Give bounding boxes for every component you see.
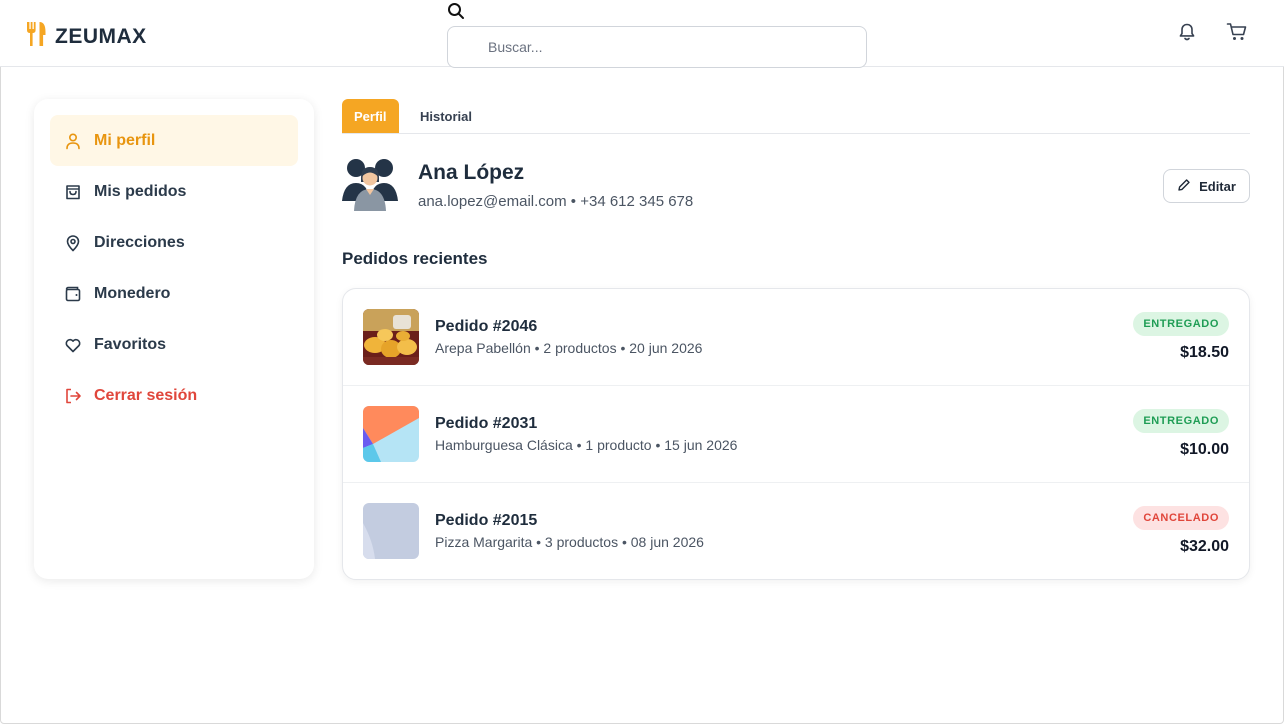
recent-orders-title: Pedidos recientes: [342, 249, 488, 268]
edit-button[interactable]: Editar: [1163, 169, 1250, 203]
recent-orders-list: Pedido #2046 Arepa Pabellón • 2 producto…: [342, 288, 1250, 580]
sidebar-item-label: Favoritos: [94, 335, 167, 353]
status-badge: ENTREGADO: [1133, 409, 1229, 433]
wallet-icon: [64, 285, 82, 303]
map-pin-icon: [64, 234, 82, 252]
order-price: $32.00: [1180, 538, 1229, 555]
status-badge: ENTREGADO: [1133, 312, 1229, 336]
order-details: Pizza Margarita • 3 productos • 08 jun 2…: [435, 534, 704, 550]
sidebar-item-direcciones[interactable]: Direcciones: [50, 217, 298, 268]
logout-icon: [64, 387, 82, 405]
fork-knife-icon: [25, 21, 49, 52]
search-input[interactable]: [488, 27, 858, 67]
profile-contact: ana.lopez@email.com • +34 612 345 678: [418, 193, 694, 210]
sidebar-item-mi-perfil[interactable]: Mi perfil: [50, 115, 298, 166]
notifications-button[interactable]: [1175, 22, 1199, 46]
order-price: $18.50: [1180, 344, 1229, 361]
brand-name: ZEUMAX: [55, 24, 147, 48]
bell-icon: [1177, 22, 1197, 47]
cart-icon: [1226, 22, 1248, 47]
sidebar-item-monedero[interactable]: Monedero: [50, 268, 298, 319]
search-box: [447, 26, 867, 68]
order-title: Pedido #2031: [435, 415, 538, 432]
profile-name: Ana López: [418, 161, 525, 184]
order-thumbnail: [363, 406, 419, 462]
edit-label: Editar: [1199, 178, 1236, 194]
bag-icon: [64, 183, 82, 201]
top-header: ZEUMAX: [0, 0, 1284, 68]
heart-icon: [64, 336, 82, 354]
search-icon[interactable]: [447, 2, 465, 20]
sidebar-item-label: Monedero: [94, 284, 171, 302]
order-details: Arepa Pabellón • 2 productos • 20 jun 20…: [435, 340, 703, 356]
order-title: Pedido #2015: [435, 512, 538, 529]
status-badge: CANCELADO: [1133, 506, 1229, 530]
sidebar-item-favoritos[interactable]: Favoritos: [50, 319, 298, 370]
profile-header: Ana López ana.lopez@email.com • +34 612 …: [342, 155, 1250, 215]
avatar: [342, 155, 398, 211]
tab-historial[interactable]: Historial: [408, 99, 484, 133]
sidebar-item-cerrar-sesion[interactable]: Cerrar sesión: [50, 370, 298, 421]
order-details: Hamburguesa Clásica • 1 producto • 15 ju…: [435, 437, 738, 453]
pencil-icon: [1177, 178, 1191, 195]
sidebar-item-label: Direcciones: [94, 233, 185, 251]
cart-button[interactable]: [1225, 22, 1249, 46]
sidebar-item-label: Cerrar sesión: [94, 386, 198, 404]
brand-logo[interactable]: ZEUMAX: [25, 21, 147, 52]
order-row[interactable]: Pedido #2015 Pizza Margarita • 3 product…: [343, 483, 1249, 579]
order-price: $10.00: [1180, 441, 1229, 458]
sidebar-item-label: Mis pedidos: [94, 182, 187, 200]
sidebar-item-mis-pedidos[interactable]: Mis pedidos: [50, 166, 298, 217]
order-row[interactable]: Pedido #2046 Arepa Pabellón • 2 producto…: [343, 289, 1249, 386]
sidebar-item-label: Mi perfil: [94, 131, 156, 149]
order-title: Pedido #2046: [435, 318, 538, 335]
tab-perfil[interactable]: Perfil: [342, 99, 399, 133]
sidebar: Mi perfil Mis pedidos Direcciones Monede…: [34, 99, 314, 579]
order-thumbnail: [363, 309, 419, 365]
order-thumbnail: [363, 503, 419, 559]
user-icon: [64, 132, 82, 150]
order-row[interactable]: Pedido #2031 Hamburguesa Clásica • 1 pro…: [343, 386, 1249, 483]
profile-tabs: Perfil Historial: [342, 99, 1250, 134]
